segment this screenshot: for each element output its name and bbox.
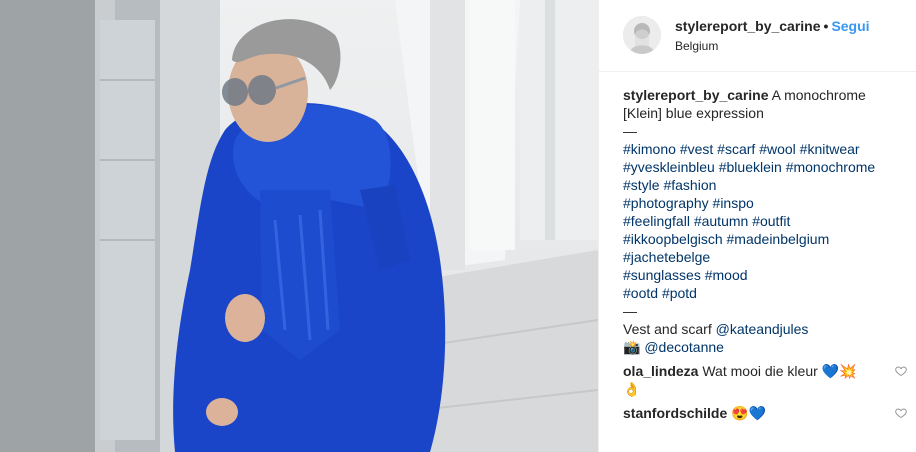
mention-link[interactable]: @decotanne [644, 339, 724, 355]
comment-username[interactable]: stanfordschilde [623, 405, 727, 421]
heart-outline-icon[interactable] [895, 365, 907, 377]
hashtag-line: #yveskleinbleu #blueklein #monochrome [623, 158, 903, 176]
hashtag-block: #kimono #vest #scarf #wool #knitwear #yve… [623, 140, 903, 302]
follow-button[interactable]: Segui [831, 18, 869, 34]
post-photo[interactable] [0, 0, 598, 452]
avatar[interactable] [623, 16, 661, 54]
hashtag-link[interactable]: #wool [759, 141, 796, 157]
hashtag-link[interactable]: #mood [705, 267, 748, 283]
comment-emojis: 💙💥 [821, 363, 857, 379]
hashtag-link[interactable]: #sunglasses [623, 267, 701, 283]
hashtag-link[interactable]: #madeinbelgium [727, 231, 830, 247]
post-header: stylereport_by_carine • Segui Belgium [599, 0, 916, 72]
hashtag-link[interactable]: #potd [662, 285, 697, 301]
hashtag-line: #ikkoopbelgisch #madeinbelgium [623, 230, 903, 248]
hashtag-line: #style #fashion [623, 176, 903, 194]
comment-item: stanfordschilde 😍💙 [623, 404, 907, 422]
hashtag-line: #photography #inspo [623, 194, 903, 212]
caption-dash: — [623, 123, 637, 139]
caption-dash-2: — [623, 303, 637, 319]
hashtag-link[interactable]: #yveskleinbleu [623, 159, 715, 175]
comment-username[interactable]: ola_lindeza [623, 363, 698, 379]
heart-outline-icon[interactable] [895, 407, 907, 419]
camera-emoji: 📸 [623, 339, 641, 355]
mention-link[interactable]: @kateandjules [716, 321, 809, 337]
hashtag-link[interactable]: #vest [680, 141, 713, 157]
hashtag-link[interactable]: #feelingfall [623, 213, 690, 229]
caption-text-line2: [Klein] blue expression [623, 105, 764, 121]
caption-text: A monochrome [771, 87, 866, 103]
comments-area: stylereport_by_carine A monochrome [Klei… [623, 86, 907, 422]
hashtag-link[interactable]: #ootd [623, 285, 658, 301]
hashtag-link[interactable]: #ikkoopbelgisch [623, 231, 723, 247]
hashtag-link[interactable]: #kimono [623, 141, 676, 157]
hashtag-link[interactable]: #autumn [694, 213, 748, 229]
hashtag-link[interactable]: #outfit [752, 213, 790, 229]
hashtag-link[interactable]: #jachetebelge [623, 249, 710, 265]
username-row: stylereport_by_carine • Segui [675, 18, 870, 34]
hashtag-link[interactable]: #photography [623, 195, 709, 211]
hashtag-link[interactable]: #knitwear [800, 141, 860, 157]
location-link[interactable]: Belgium [675, 39, 718, 53]
hashtag-link[interactable]: #scarf [717, 141, 755, 157]
photo-illustration [0, 0, 598, 452]
hashtag-line: #ootd #potd [623, 284, 903, 302]
post-sidebar: stylereport_by_carine • Segui Belgium styl… [598, 0, 916, 452]
credit-text: Vest and scarf [623, 321, 712, 337]
username-link[interactable]: stylereport_by_carine [675, 18, 821, 34]
comment-item: ola_lindeza Wat mooi die kleur 💙💥 👌 [623, 362, 907, 398]
comment-emojis: 😍💙 [731, 405, 767, 421]
hashtag-link[interactable]: #monochrome [786, 159, 876, 175]
hashtag-link[interactable]: #blueklein [719, 159, 782, 175]
avatar-image [623, 16, 661, 54]
hashtag-line: #feelingfall #autumn #outfit [623, 212, 903, 230]
hashtag-link[interactable]: #fashion [663, 177, 716, 193]
hashtag-line: #kimono #vest #scarf #wool #knitwear [623, 140, 903, 158]
caption: stylereport_by_carine A monochrome [Klei… [623, 86, 903, 356]
comment-emojis-line2: 👌 [623, 381, 641, 397]
hashtag-link[interactable]: #style [623, 177, 660, 193]
hashtag-link[interactable]: #inspo [713, 195, 754, 211]
caption-username[interactable]: stylereport_by_carine [623, 87, 769, 103]
hashtag-line: #jachetebelge [623, 248, 903, 266]
hashtag-line: #sunglasses #mood [623, 266, 903, 284]
separator-dot: • [823, 18, 829, 34]
comment-text: Wat mooi die kleur [702, 363, 818, 379]
